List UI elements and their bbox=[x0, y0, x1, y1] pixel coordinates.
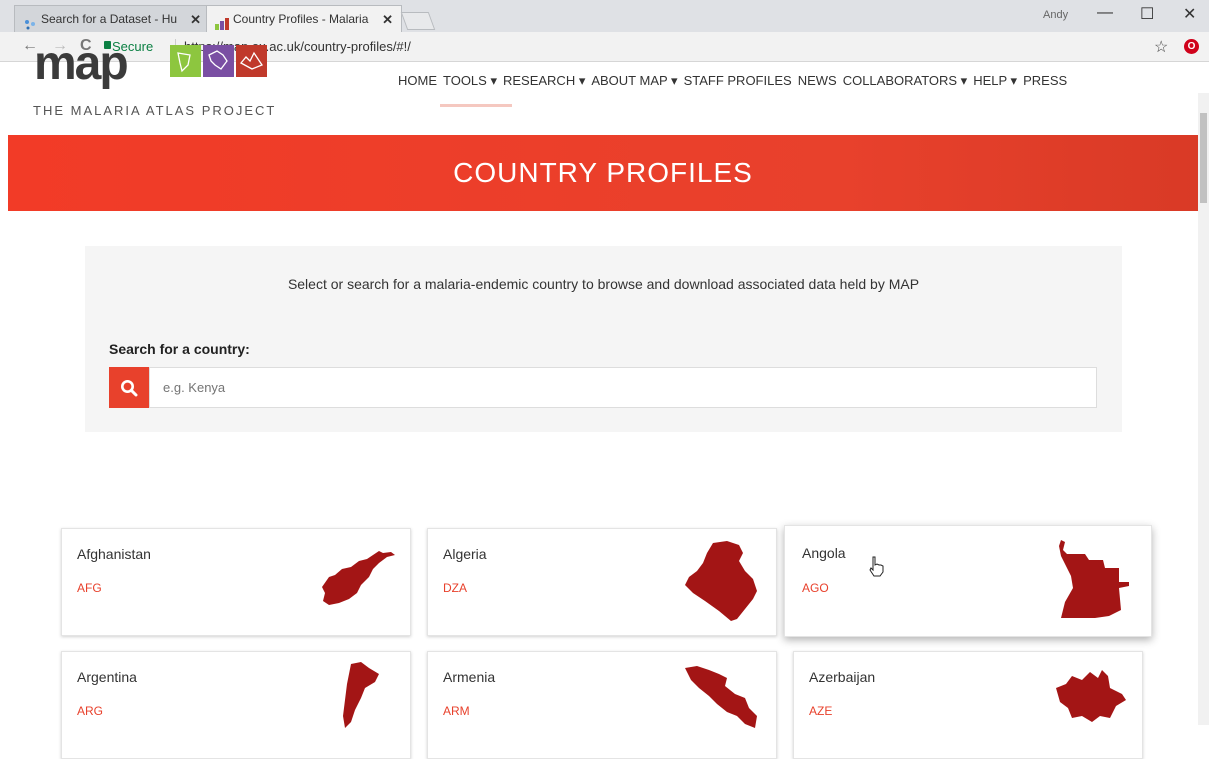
country-name: Armenia bbox=[443, 669, 496, 685]
country-card-argentina[interactable]: Argentina ARG bbox=[61, 651, 411, 759]
bookmark-star-icon[interactable]: ☆ bbox=[1154, 37, 1168, 57]
country-name: Algeria bbox=[443, 546, 487, 562]
country-card-algeria[interactable]: Algeria DZA bbox=[427, 528, 777, 636]
menu-about-map[interactable]: ABOUT MAP ▾ bbox=[591, 73, 677, 89]
country-code: AFG bbox=[77, 581, 102, 595]
browser-titlebar: Search for a Dataset - Hu ✕ Country Prof… bbox=[0, 0, 1209, 32]
tab-search-dataset[interactable]: Search for a Dataset - Hu ✕ bbox=[14, 5, 210, 32]
country-search-input[interactable] bbox=[149, 367, 1097, 408]
page-title: COUNTRY PROFILES bbox=[453, 157, 753, 188]
country-card-afghanistan[interactable]: Afghanistan AFG bbox=[61, 528, 411, 636]
intro-text: Select or search for a malaria-endemic c… bbox=[287, 276, 920, 292]
country-name: Angola bbox=[802, 545, 846, 561]
active-menu-indicator bbox=[440, 104, 512, 107]
new-tab-button[interactable] bbox=[400, 12, 436, 30]
page-scrollbar[interactable] bbox=[1198, 93, 1209, 725]
country-code: AZE bbox=[809, 704, 833, 718]
scrollbar-thumb[interactable] bbox=[1200, 113, 1207, 203]
country-card-angola[interactable]: Angola AGO bbox=[784, 525, 1152, 637]
country-name: Argentina bbox=[77, 669, 137, 685]
algeria-map-icon bbox=[685, 541, 757, 621]
menu-tools[interactable]: TOOLS ▾ bbox=[443, 73, 497, 89]
search-label: Search for a country: bbox=[109, 341, 250, 357]
country-code: AGO bbox=[802, 581, 829, 595]
afghanistan-map-icon bbox=[322, 551, 395, 605]
tab-country-profiles[interactable]: Country Profiles - Malaria ✕ bbox=[206, 5, 402, 32]
logo-subtitle: THE MALARIA ATLAS PROJECT bbox=[33, 103, 277, 118]
angola-map-icon bbox=[1059, 540, 1129, 618]
country-card-armenia[interactable]: Armenia ARM bbox=[427, 651, 777, 759]
tab-close-icon[interactable]: ✕ bbox=[382, 6, 393, 33]
menu-help[interactable]: HELP ▾ bbox=[973, 73, 1017, 89]
country-name: Afghanistan bbox=[77, 546, 151, 562]
menu-collaborators[interactable]: COLLABORATORS ▾ bbox=[843, 73, 968, 89]
menu-press[interactable]: PRESS bbox=[1023, 73, 1067, 89]
argentina-map-icon bbox=[343, 662, 379, 728]
menu-staff-profiles[interactable]: STAFF PROFILES bbox=[684, 73, 792, 89]
main-menu: HOME TOOLS ▾ RESEARCH ▾ ABOUT MAP ▾ STAF… bbox=[398, 73, 1067, 89]
tab-close-icon[interactable]: ✕ bbox=[190, 6, 201, 33]
map-favicon-icon bbox=[215, 13, 229, 30]
menu-research[interactable]: RESEARCH ▾ bbox=[503, 73, 585, 89]
armenia-map-icon bbox=[685, 666, 757, 728]
logo-wordmark: map bbox=[34, 37, 129, 90]
country-name: Azerbaijan bbox=[809, 669, 876, 685]
search-button[interactable] bbox=[109, 367, 149, 408]
hand-cursor-icon bbox=[868, 555, 886, 583]
logo-tile-green bbox=[170, 45, 201, 77]
url-box[interactable]: Secure https://map.ox.ac.uk/country-prof… bbox=[104, 36, 1200, 58]
country-card-azerbaijan[interactable]: Azerbaijan AZE bbox=[793, 651, 1143, 759]
close-window-icon[interactable]: ✕ bbox=[1183, 4, 1196, 24]
country-code: ARG bbox=[77, 704, 104, 718]
tab-label: Search for a Dataset - Hu bbox=[41, 12, 178, 26]
logo-tile-red bbox=[236, 45, 267, 77]
menu-home[interactable]: HOME bbox=[398, 73, 437, 89]
minimize-icon[interactable]: — bbox=[1097, 4, 1113, 22]
extension-icon[interactable]: O bbox=[1184, 39, 1199, 54]
logo-tile-purple bbox=[203, 45, 234, 77]
azerbaijan-map-icon bbox=[1056, 670, 1126, 722]
tab-label: Country Profiles - Malaria bbox=[233, 12, 369, 26]
profile-user[interactable]: Andy bbox=[1043, 9, 1068, 21]
country-code: ARM bbox=[443, 704, 470, 718]
page-title-banner: COUNTRY PROFILES bbox=[8, 135, 1198, 211]
menu-news[interactable]: NEWS bbox=[798, 73, 837, 89]
search-icon bbox=[121, 379, 138, 396]
maximize-icon[interactable]: ☐ bbox=[1140, 4, 1154, 24]
dataset-favicon-icon bbox=[23, 13, 37, 30]
search-panel: Select or search for a malaria-endemic c… bbox=[85, 246, 1122, 432]
country-code: DZA bbox=[443, 581, 467, 595]
